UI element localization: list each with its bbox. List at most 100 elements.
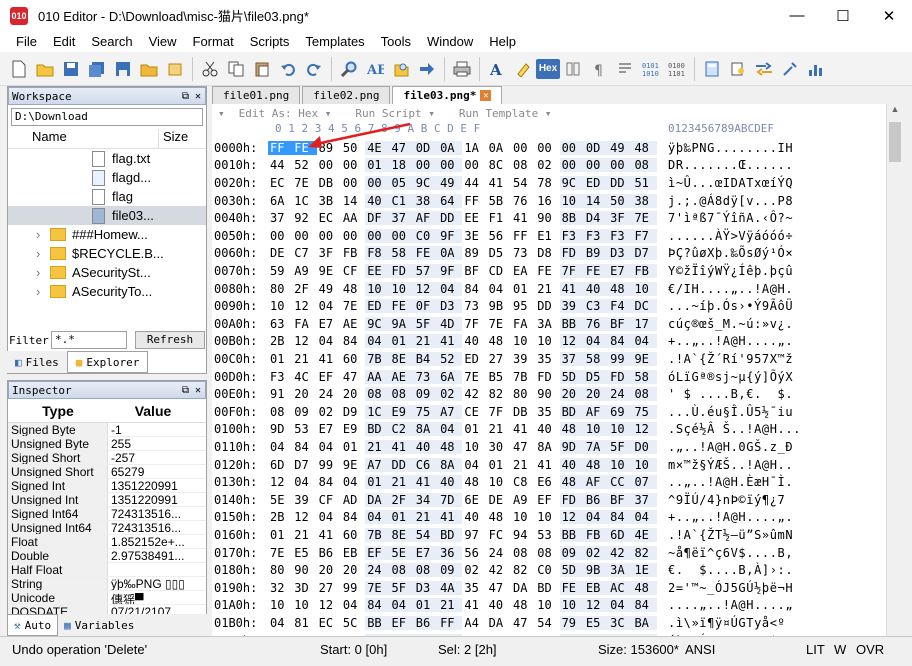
hex-byte[interactable]: 00 bbox=[317, 158, 341, 172]
font-icon[interactable]: A bbox=[486, 58, 508, 80]
hex-byte[interactable]: 84 bbox=[608, 510, 633, 525]
hex-row[interactable]: 00E0h: 91 20 24 20 08 08 09 02 42 82 80 90 20 20 24 08 ' … bbox=[212, 385, 886, 403]
hex-row[interactable]: 0110h: 04 84 04 01 21 41 40 48 10 30 47 8A 9D 7A 5F D0 .„… bbox=[212, 438, 886, 456]
hex-byte[interactable]: 7B bbox=[511, 370, 535, 384]
hex-byte[interactable]: D3 bbox=[608, 246, 633, 261]
hex-byte[interactable]: 12 bbox=[559, 334, 584, 349]
hex-byte[interactable]: 00 bbox=[462, 158, 486, 172]
hex-byte[interactable]: 21 bbox=[292, 352, 316, 366]
hex-byte[interactable]: DC bbox=[632, 299, 657, 314]
hex-ascii[interactable]: Y©žÏîýWŸ¿Íêþ.þçû bbox=[668, 264, 793, 278]
hex-byte[interactable]: DD bbox=[438, 211, 463, 226]
hex-byte[interactable]: 7E bbox=[462, 370, 486, 384]
hex-byte[interactable]: 7E bbox=[292, 176, 316, 190]
status-w[interactable]: W bbox=[834, 642, 846, 657]
hex-byte[interactable]: F3 bbox=[583, 228, 609, 243]
hex-byte[interactable]: 04 bbox=[365, 334, 390, 349]
hex-byte[interactable]: D7 bbox=[632, 246, 657, 261]
hex-byte[interactable]: 35 bbox=[535, 352, 559, 366]
hex-byte[interactable]: 9F bbox=[438, 263, 463, 278]
hex-byte[interactable]: 82 bbox=[632, 545, 657, 560]
hex-byte[interactable]: 41 bbox=[438, 334, 463, 349]
print-icon[interactable] bbox=[451, 58, 473, 80]
hex-byte[interactable]: 04 bbox=[268, 616, 292, 630]
hex-row[interactable]: 0180h: 80 90 20 20 24 08 08 09 02 42 82 C0 5D 9B 3A 1E €.… bbox=[212, 561, 886, 579]
hex-byte[interactable]: 48 bbox=[632, 140, 657, 155]
hex-byte[interactable]: 9E bbox=[632, 351, 657, 366]
hex-byte[interactable]: 3F bbox=[317, 246, 341, 260]
hex-byte[interactable]: 0D bbox=[583, 140, 609, 155]
hex-byte[interactable]: 9D bbox=[268, 422, 292, 436]
hex-byte[interactable]: 84 bbox=[365, 598, 390, 613]
ruler-icon[interactable]: 0100 1101 bbox=[666, 58, 688, 80]
hex-byte[interactable]: 73 bbox=[413, 369, 439, 384]
hex-byte[interactable]: AC bbox=[608, 580, 633, 595]
hex-byte[interactable]: FD bbox=[535, 370, 559, 384]
chevron-right-icon[interactable]: › bbox=[36, 246, 50, 261]
hex-byte[interactable]: 84 bbox=[292, 440, 316, 454]
hex-byte[interactable]: 39 bbox=[559, 299, 584, 314]
copy-icon[interactable] bbox=[225, 58, 247, 80]
hex-byte[interactable]: BB bbox=[559, 316, 584, 331]
hex-byte[interactable]: 57 bbox=[413, 263, 439, 278]
hex-byte[interactable]: 09 bbox=[438, 563, 463, 578]
hex-ascii[interactable]: ÞÇ?ûøXþ.‰ÕsØý¹Ó× bbox=[668, 246, 793, 260]
hex-byte[interactable]: FB bbox=[583, 527, 609, 542]
hex-byte[interactable]: 7E bbox=[487, 317, 511, 331]
hex-byte[interactable]: 01 bbox=[365, 158, 390, 173]
hex-byte[interactable]: 0A bbox=[438, 246, 463, 261]
hex-byte[interactable]: 16 bbox=[535, 194, 559, 208]
hex-byte[interactable]: BD bbox=[535, 581, 559, 595]
hex-byte[interactable]: FF bbox=[438, 615, 463, 630]
hex-byte[interactable]: 44 bbox=[462, 176, 486, 190]
hex-byte[interactable]: ED bbox=[462, 352, 486, 366]
column-mode-icon[interactable] bbox=[562, 58, 584, 80]
hex-byte[interactable]: 40 bbox=[583, 281, 609, 296]
menu-format[interactable]: Format bbox=[185, 34, 242, 49]
hex-byte[interactable]: 10 bbox=[535, 334, 559, 348]
hex-byte[interactable]: E6 bbox=[535, 475, 559, 489]
hex-byte[interactable]: 09 bbox=[292, 405, 316, 419]
hex-ascii[interactable]: ì~Û...œIDATxœíÝQ bbox=[668, 176, 793, 190]
hex-byte[interactable]: 8A bbox=[413, 422, 439, 437]
hex-byte[interactable]: 41 bbox=[389, 439, 414, 454]
scroll-thumb[interactable] bbox=[889, 122, 901, 162]
hex-byte[interactable]: 58 bbox=[583, 351, 609, 366]
hex-byte[interactable]: 99 bbox=[341, 581, 365, 595]
hex-byte[interactable]: FD bbox=[559, 492, 584, 507]
run-script-dropdown[interactable]: Run Script ▾ bbox=[355, 107, 434, 120]
hex-byte[interactable]: 49 bbox=[608, 140, 633, 155]
hex-byte[interactable]: 52 bbox=[438, 351, 463, 366]
hex-byte[interactable]: 10 bbox=[608, 457, 633, 472]
hex-byte[interactable]: AF bbox=[583, 404, 609, 419]
hex-row[interactable]: 0020h: EC 7E DB 00 00 05 9C 49 44 41 54 78 9C ED DD 51 ì~… bbox=[212, 174, 886, 192]
hex-byte[interactable]: 41 bbox=[413, 475, 439, 490]
hex-byte[interactable]: 94 bbox=[511, 528, 535, 542]
hex-row[interactable]: 0070h: 59 A9 9E CF EE FD 57 9F BF CD EA FE 7F FE E7 FB Y©… bbox=[212, 262, 886, 280]
hex-byte[interactable]: E5 bbox=[292, 546, 316, 560]
hex-byte[interactable]: CE bbox=[462, 405, 486, 419]
hex-ascii[interactable]: ~å¶ëï^ç6V$....B‚ bbox=[668, 546, 793, 560]
hex-byte[interactable]: DE bbox=[487, 493, 511, 507]
menu-scripts[interactable]: Scripts bbox=[242, 34, 298, 49]
hex-byte[interactable]: 69 bbox=[608, 404, 633, 419]
menu-search[interactable]: Search bbox=[83, 34, 140, 49]
hex-byte[interactable]: 58 bbox=[389, 246, 414, 261]
hex-byte[interactable]: AF bbox=[583, 475, 609, 490]
hex-byte[interactable]: 05 bbox=[389, 175, 414, 190]
hex-byte[interactable]: 73 bbox=[462, 299, 486, 313]
hex-byte[interactable]: 04 bbox=[317, 440, 341, 454]
col-value-header[interactable]: Value bbox=[108, 403, 198, 419]
hex-row[interactable]: 00A0h: 63 FA E7 AE 9C 9A 5F 4D 7F 7E FA 3A BB 76 BF 17 cú… bbox=[212, 315, 886, 333]
hex-byte[interactable]: 0A bbox=[438, 140, 463, 155]
hex-byte[interactable]: 48 bbox=[608, 281, 633, 296]
hex-byte[interactable]: 4D bbox=[438, 316, 463, 331]
hex-byte[interactable]: 34 bbox=[413, 492, 439, 507]
hex-byte[interactable]: ED bbox=[365, 299, 390, 314]
hex-row[interactable]: 0130h: 12 04 84 04 01 21 41 40 48 10 C8 E6 48 AF CC 07..… bbox=[212, 473, 886, 491]
hex-byte[interactable]: BF bbox=[462, 264, 486, 278]
hex-byte[interactable]: 99 bbox=[317, 458, 341, 472]
hex-byte[interactable]: 36 bbox=[438, 545, 463, 560]
hex-ascii[interactable]: cúç®œš_M.~ú:»v¿. bbox=[668, 317, 793, 331]
inspector-row[interactable]: Half Float bbox=[8, 563, 206, 577]
